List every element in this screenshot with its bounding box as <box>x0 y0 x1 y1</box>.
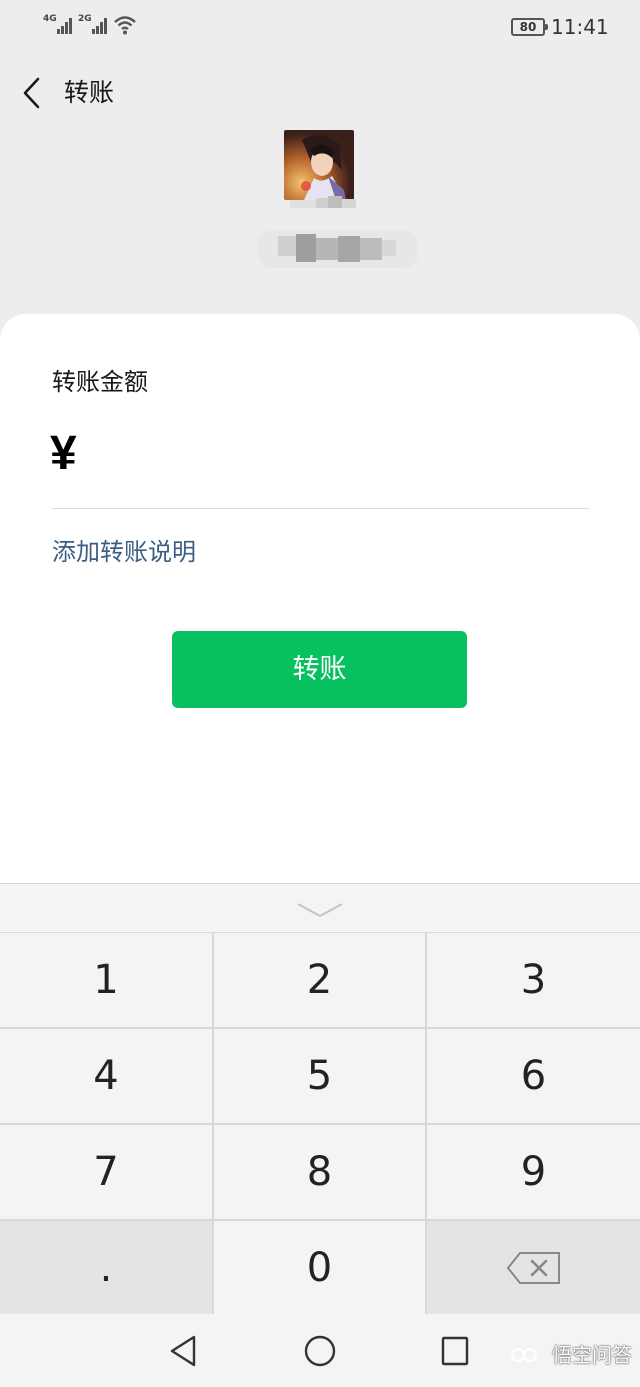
recipient-name-blurred <box>258 230 418 268</box>
status-bar: 4G 2G 80 11:41 <box>0 0 640 52</box>
currency-symbol: ¥ <box>50 427 77 480</box>
key-7[interactable]: 7 <box>0 1125 212 1219</box>
system-navigation-bar: 悟空问答 <box>0 1314 640 1387</box>
amount-label: 转账金额 <box>52 368 148 396</box>
key-2[interactable]: 2 <box>214 933 425 1027</box>
numeric-keyboard: 1 2 3 4 5 6 7 8 9 . 0 <box>0 883 640 1315</box>
key-4[interactable]: 4 <box>0 1029 212 1123</box>
key-delete[interactable] <box>427 1221 640 1315</box>
page-title: 转账 <box>64 78 115 107</box>
key-6[interactable]: 6 <box>427 1029 640 1123</box>
circle-home-icon[interactable] <box>304 1334 336 1368</box>
sim1-network-type: 4G <box>43 14 57 24</box>
triangle-back-icon[interactable] <box>168 1334 198 1368</box>
status-time: 11:41 <box>551 15 609 39</box>
watermark-logo-icon <box>511 1348 537 1362</box>
add-transfer-note-link[interactable]: 添加转账说明 <box>52 536 196 568</box>
blurred-decoration <box>290 196 356 208</box>
key-decimal[interactable]: . <box>0 1221 212 1315</box>
key-0[interactable]: 0 <box>214 1221 425 1315</box>
keyboard-collapse-button[interactable] <box>0 884 640 932</box>
chevron-down-icon <box>297 903 343 918</box>
square-recent-icon[interactable] <box>440 1334 470 1368</box>
backspace-icon <box>506 1252 560 1284</box>
key-1[interactable]: 1 <box>0 933 212 1027</box>
sim2-signal-icon: 2G <box>78 14 110 36</box>
recipient-avatar <box>284 130 354 200</box>
battery-indicator: 80 <box>511 18 548 36</box>
divider <box>52 508 589 509</box>
watermark-text: 悟空问答 <box>552 1343 632 1367</box>
sim2-network-type: 2G <box>78 14 92 24</box>
key-9[interactable]: 9 <box>427 1125 640 1219</box>
transfer-button[interactable]: 转账 <box>172 631 467 708</box>
back-arrow-icon[interactable] <box>18 76 48 110</box>
key-3[interactable]: 3 <box>427 933 640 1027</box>
key-5[interactable]: 5 <box>214 1029 425 1123</box>
transfer-card: 转账金额 ¥ 添加转账说明 转账 <box>0 314 640 884</box>
amount-input[interactable] <box>110 424 580 484</box>
sim1-signal-icon: 4G <box>43 14 75 36</box>
key-8[interactable]: 8 <box>214 1125 425 1219</box>
wifi-icon <box>114 16 136 35</box>
